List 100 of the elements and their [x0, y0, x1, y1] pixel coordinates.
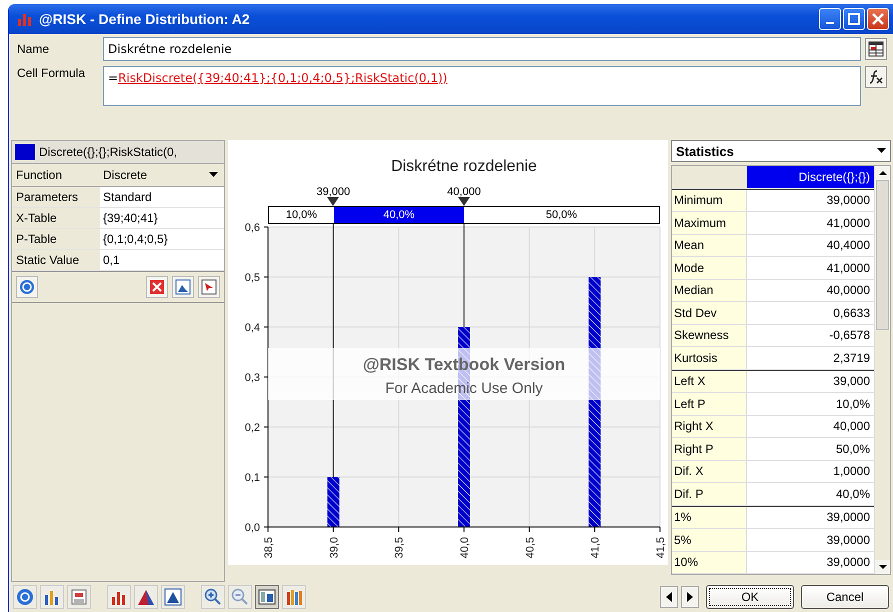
statistic-value: 39,000 [832, 373, 871, 390]
statistic-value: 40,4000 [826, 237, 871, 254]
maximize-icon [848, 13, 860, 25]
bar-chart-icon[interactable] [40, 585, 64, 609]
statistic-value: 41,0000 [826, 214, 871, 232]
delete-icon[interactable] [146, 276, 168, 298]
statistic-label: Left X [672, 370, 747, 392]
statistic-label: Kurtosis [672, 347, 747, 368]
bar [327, 477, 340, 527]
chart-title: Diskrétne rozdelenie [390, 158, 538, 177]
minimize-button[interactable] [819, 8, 841, 30]
statistic-label: Right P [672, 438, 747, 460]
statistics-dropdown[interactable]: Statistics [671, 140, 891, 162]
statistic-value: 39,0000 [826, 554, 871, 572]
next-icon[interactable] [681, 586, 699, 608]
ok-button[interactable]: OK [706, 585, 794, 609]
histogram-icon[interactable] [107, 585, 131, 609]
delimiter-value: 40,000 [447, 186, 481, 198]
probability-segment[interactable]: 40,0% [334, 207, 464, 223]
delimiter-handle[interactable] [458, 197, 470, 206]
parameter-label: Parameters [15, 190, 80, 204]
close-icon [872, 13, 884, 25]
statistic-label: Mean [672, 234, 747, 256]
statistic-value: 39,0000 [826, 509, 871, 526]
statistic-value: 50,0% [834, 440, 871, 458]
statistic-value: 2,3719 [832, 350, 871, 367]
x-tick-label: 40,5 [524, 537, 536, 558]
statistic-value: 1,0000 [832, 463, 871, 480]
academic-use-notice: For Academic Use Only [385, 380, 543, 397]
statistic-value: 10,0% [834, 396, 871, 413]
y-tick-label: 0,2 [244, 422, 260, 434]
close-button[interactable] [867, 8, 889, 30]
parameter-value[interactable]: {39;40;41} [100, 208, 224, 228]
parameter-label: X-Table [15, 211, 58, 225]
statistic-label: Skewness [672, 324, 747, 346]
statistic-value: 0,6633 [832, 304, 871, 322]
statistic-value: 40,0000 [826, 282, 871, 300]
name-field[interactable]: Diskrétne rozdelenie [103, 37, 861, 61]
statistic-label: Minimum [672, 190, 747, 211]
statistic-label: 10% [672, 552, 747, 573]
statistic-value: 39,0000 [826, 192, 871, 210]
y-tick-label: 0,6 [244, 222, 260, 234]
statistic-label: Dif. X [672, 460, 747, 482]
y-tick-label: 0,5 [244, 272, 260, 284]
delimiter-value: 39,000 [316, 186, 350, 198]
zoom-in-icon[interactable] [201, 585, 225, 609]
cursor-icon[interactable] [198, 276, 220, 298]
y-tick-label: 0,3 [244, 372, 260, 384]
x-tick-label: 41,5 [655, 537, 667, 558]
statistic-label: Std Dev [672, 302, 747, 324]
books-icon[interactable] [282, 585, 306, 609]
version-notice: @RISK Textbook Version [362, 355, 566, 374]
help-icon[interactable] [16, 276, 38, 298]
statistic-value: -0,6578 [828, 327, 871, 344]
help-icon[interactable] [13, 585, 37, 609]
statistic-label: Maximum [672, 212, 747, 234]
function-icon[interactable] [865, 66, 887, 88]
spreadsheet-icon[interactable] [865, 38, 887, 60]
cancel-button[interactable]: Cancel [801, 585, 889, 609]
statistic-label: 1% [672, 506, 747, 528]
formula-field[interactable]: =RiskDiscrete({39;40;41};{0,1;0,4;0,5};RiskStatic(0,1)) [103, 66, 861, 106]
y-tick-label: 0,1 [244, 472, 260, 484]
parameter-value[interactable]: Standard [100, 187, 224, 207]
x-tick-label: 41,0 [590, 537, 602, 558]
distribution-name: Discrete({};{};RiskStatic(0, [39, 145, 178, 159]
statistic-value: 40,0% [834, 486, 871, 503]
layout-icon[interactable] [255, 585, 279, 609]
column-header: Discrete({};{}) [747, 166, 874, 188]
x-tick-label: 39,0 [328, 537, 340, 558]
statistic-label: Mode [672, 257, 747, 278]
parameter-value[interactable]: {0,1;0,4;0,5} [100, 229, 224, 249]
x-tick-label: 39,5 [394, 537, 406, 558]
statistic-value: 40,000 [832, 418, 871, 436]
dropdown-arrow-icon [209, 172, 218, 178]
delimiter-handle[interactable] [327, 197, 340, 206]
statistic-label: Dif. P [672, 483, 747, 504]
y-tick-label: 0,0 [244, 522, 260, 534]
minimize-icon [826, 22, 834, 24]
mountain-chart-icon[interactable] [134, 585, 158, 609]
parameter-label: Function [15, 168, 64, 182]
parameter-value[interactable]: 0,1 [100, 250, 224, 270]
parameter-label: Static Value [15, 253, 80, 267]
statistic-label: Left P [672, 393, 747, 414]
previous-icon[interactable] [660, 586, 678, 608]
maximize-button[interactable] [843, 8, 865, 30]
parameter-label: P-Table [15, 232, 58, 246]
y-tick-label: 0,4 [244, 322, 260, 334]
dropdown-arrow-icon [877, 148, 886, 154]
formula-link[interactable]: RiskDiscrete({39;40;41};{0,1;0,4;0,5};RiskStatic(0,1)) [118, 71, 448, 85]
statistic-label: Right X [672, 416, 747, 437]
report-icon[interactable] [67, 585, 91, 609]
x-tick-label: 38,5 [263, 537, 275, 558]
x-tick-label: 40,0 [459, 537, 471, 558]
name-label: Name [16, 42, 50, 56]
statistic-label: Median [672, 280, 747, 301]
cell-formula-label: Cell Formula [16, 66, 86, 80]
image-icon[interactable] [172, 276, 194, 298]
bar-chart-icon [17, 12, 33, 26]
scrollbar[interactable] [874, 166, 890, 574]
area-chart-icon[interactable] [161, 585, 185, 609]
